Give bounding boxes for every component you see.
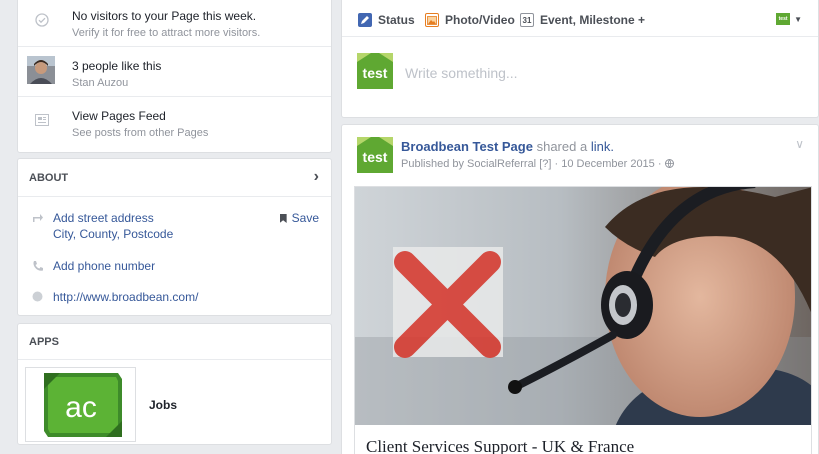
post-header: Broadbean Test Page shared a link.: [401, 139, 614, 154]
likes-title[interactable]: 3 people like this: [72, 59, 161, 73]
page-avatar-small: test: [776, 13, 791, 25]
post-options-chevron-icon[interactable]: ∨: [795, 137, 804, 151]
phone-icon: [32, 260, 44, 272]
jobs-app-thumbnail[interactable]: ac: [25, 367, 136, 442]
link-preview-caption[interactable]: Client Services Support - UK & France: [354, 425, 812, 454]
likes-row[interactable]: 3 people like this Stan Auzou: [18, 47, 331, 97]
save-label: Save: [291, 211, 319, 225]
tab-event-milestone[interactable]: 31 Event, Milestone +: [520, 13, 645, 27]
tab-photo-video[interactable]: Photo/Video: [425, 13, 515, 27]
chevron-right-icon[interactable]: ›: [314, 168, 319, 186]
chevron-down-icon: ▼: [794, 14, 802, 24]
feed-icon: [29, 107, 55, 133]
apps-card: APPS ac Jobs: [17, 323, 332, 445]
check-circle-icon: [29, 7, 55, 33]
about-title: ABOUT: [29, 172, 69, 184]
write-something-input[interactable]: Write something...: [405, 65, 518, 81]
post-link-image[interactable]: [354, 186, 812, 426]
visitors-subtitle[interactable]: Verify it for free to attract more visit…: [72, 27, 260, 39]
svg-text:ac: ac: [65, 391, 97, 424]
likes-subtitle[interactable]: Stan Auzou: [72, 77, 128, 89]
page-name-link[interactable]: Broadbean Test Page: [401, 139, 533, 154]
svg-text:test: test: [363, 65, 388, 81]
add-street-address-link[interactable]: Add street address: [53, 211, 154, 225]
tab-photo-video-label: Photo/Video: [445, 13, 515, 27]
post-meta: Published by SocialReferral [?] · 10 Dec…: [401, 158, 674, 170]
about-card: ABOUT › Add street address City, County,…: [17, 158, 332, 316]
website-link[interactable]: http://www.broadbean.com/: [53, 290, 198, 304]
avatar[interactable]: [27, 56, 55, 84]
post-composer: Status Photo/Video 31 Event, Milestone +…: [341, 0, 819, 118]
post-as-selector[interactable]: test ▼: [776, 13, 802, 25]
pencil-icon: [358, 13, 372, 27]
link-title[interactable]: Client Services Support - UK & France: [366, 437, 634, 454]
save-button[interactable]: Save: [279, 211, 319, 225]
visitors-title: No visitors to your Page this week.: [72, 9, 257, 23]
page-avatar[interactable]: test: [357, 53, 393, 89]
city-county-postcode-link[interactable]: City, County, Postcode: [53, 227, 173, 241]
tab-status[interactable]: Status: [358, 13, 415, 27]
post-date[interactable]: 10 December 2015: [561, 158, 655, 170]
shared-text: shared a: [536, 139, 588, 154]
globe-icon: [32, 291, 44, 303]
visitors-row[interactable]: No visitors to your Page this week. Veri…: [18, 0, 331, 47]
svg-text:test: test: [363, 149, 388, 165]
apps-header: APPS: [18, 324, 331, 360]
globe-icon[interactable]: [664, 158, 674, 170]
photo-icon: [425, 13, 439, 27]
ac-logo-icon: ac: [43, 372, 122, 437]
tab-status-label: Status: [378, 13, 415, 27]
feed-post: test Broadbean Test Page shared a link. …: [341, 124, 819, 454]
tab-event-label: Event, Milestone +: [540, 13, 646, 27]
apps-title: APPS: [29, 336, 59, 348]
help-link[interactable]: [?]: [539, 158, 551, 170]
link-link[interactable]: link.: [591, 139, 614, 154]
bookmark-icon: [279, 214, 287, 223]
composer-tabs: Status Photo/Video 31 Event, Milestone +…: [342, 0, 818, 37]
post-page-avatar[interactable]: test: [357, 137, 393, 173]
headset-person-photo: [355, 187, 811, 426]
calendar-icon: 31: [520, 13, 534, 27]
about-header[interactable]: ABOUT ›: [18, 159, 331, 197]
published-by[interactable]: Published by SocialReferral: [401, 158, 536, 170]
pages-feed-subtitle: See posts from other Pages: [72, 127, 209, 139]
directions-arrow-icon: [32, 212, 44, 224]
page-insights-card: No visitors to your Page this week. Veri…: [17, 0, 332, 153]
jobs-app-label[interactable]: Jobs: [149, 398, 177, 412]
pages-feed-row[interactable]: View Pages Feed See posts from other Pag…: [18, 97, 331, 147]
add-phone-number-link[interactable]: Add phone number: [53, 259, 155, 273]
pages-feed-title[interactable]: View Pages Feed: [72, 109, 166, 123]
